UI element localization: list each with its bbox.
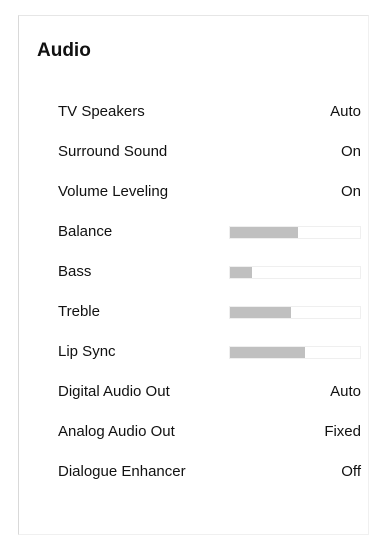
treble-slider-fill	[230, 306, 292, 318]
lip-sync-slider[interactable]	[229, 345, 361, 359]
menu-item-label: Surround Sound	[58, 143, 168, 160]
balance-slider[interactable]	[229, 225, 361, 239]
menu-item-value: On	[340, 183, 361, 200]
audio-settings-panel: Audio TV Speakers Auto Surround Sound On…	[18, 15, 369, 535]
menu-item-digital-audio-out[interactable]: Digital Audio Out Auto	[58, 376, 361, 408]
menu-item-label: TV Speakers	[58, 103, 145, 120]
menu-item-value: Off	[341, 463, 361, 480]
panel-title: Audio	[37, 40, 91, 61]
menu-item-volume-leveling[interactable]: Volume Leveling On	[58, 176, 361, 208]
menu-item-label: Digital Audio Out	[58, 383, 170, 400]
menu-item-label: Treble	[58, 303, 100, 320]
menu-item-tv-speakers[interactable]: TV Speakers Auto	[58, 96, 361, 128]
treble-slider[interactable]	[229, 305, 361, 319]
menu-item-label: Lip Sync	[58, 343, 116, 360]
menu-item-surround-sound[interactable]: Surround Sound On	[58, 136, 361, 168]
menu-item-lip-sync[interactable]: Lip Sync	[58, 336, 361, 368]
menu-item-balance[interactable]: Balance	[58, 216, 361, 248]
menu-item-value: Fixed	[324, 423, 361, 440]
menu-item-label: Dialogue Enhancer	[58, 463, 186, 480]
bass-slider-fill	[230, 266, 253, 278]
menu-item-label: Balance	[58, 223, 113, 240]
menu-item-value: Auto	[330, 103, 361, 120]
menu-item-label: Volume Leveling	[58, 183, 169, 200]
menu-item-value: Auto	[330, 383, 361, 400]
menu-item-label: Analog Audio Out	[58, 423, 175, 440]
balance-slider-fill	[230, 226, 298, 238]
lip-sync-slider-fill	[230, 346, 306, 358]
menu-item-bass[interactable]: Bass	[58, 256, 361, 288]
menu-item-value: On	[340, 143, 361, 160]
menu-item-treble[interactable]: Treble	[58, 296, 361, 328]
menu-item-analog-audio-out[interactable]: Analog Audio Out Fixed	[58, 416, 361, 448]
bass-slider[interactable]	[229, 265, 361, 279]
menu-item-dialogue-enhancer[interactable]: Dialogue Enhancer Off	[58, 456, 361, 488]
menu-item-label: Bass	[58, 263, 92, 280]
